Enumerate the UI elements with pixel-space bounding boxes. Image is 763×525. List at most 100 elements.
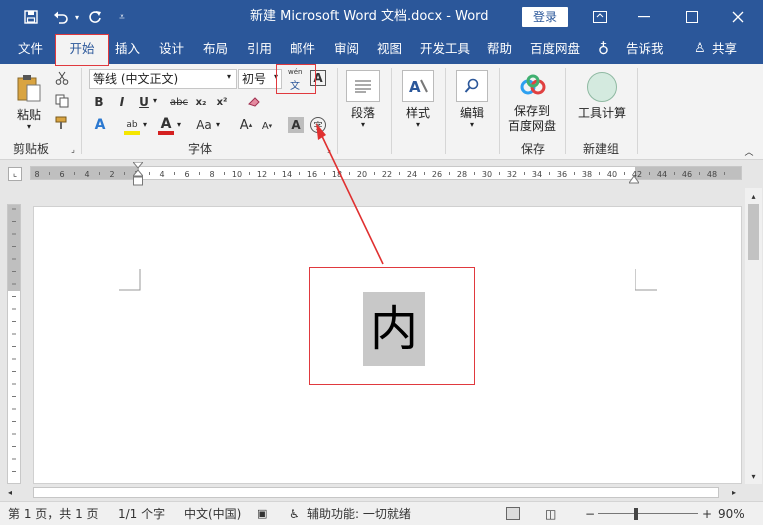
right-indent-marker-icon[interactable]: [628, 173, 640, 184]
paragraph-icon[interactable]: [346, 70, 380, 102]
cut-icon[interactable]: [54, 70, 70, 86]
paste-icon[interactable]: [14, 72, 44, 104]
scroll-left-icon[interactable]: ◂: [4, 486, 16, 499]
font-name-value: 等线 (中文正文): [93, 72, 179, 86]
zoom-slider-thumb[interactable]: [634, 508, 638, 520]
font-color-dropdown-icon[interactable]: ▾: [177, 120, 181, 129]
tab-layout[interactable]: 布局: [203, 34, 228, 64]
paste-dropdown-icon[interactable]: ▾: [27, 122, 31, 131]
format-painter-icon[interactable]: [54, 115, 70, 131]
horizontal-scrollbar[interactable]: ◂ ▸: [0, 484, 763, 501]
lightbulb-icon[interactable]: ♁: [598, 34, 609, 64]
shaded-character[interactable]: 内: [363, 292, 425, 366]
ruler-tick-label: 24: [407, 170, 417, 179]
ruler-tick-label: 30: [482, 170, 492, 179]
editing-group-label[interactable]: 编辑: [460, 104, 484, 121]
print-layout-icon[interactable]: [506, 507, 520, 520]
page-count[interactable]: 第 1 页，共 1 页: [8, 502, 99, 525]
scroll-right-icon[interactable]: ▸: [728, 486, 740, 499]
share-button[interactable]: 共享: [712, 34, 737, 64]
italic-button[interactable]: I: [115, 94, 129, 110]
tab-insert[interactable]: 插入: [115, 34, 140, 64]
tab-file[interactable]: 文件: [18, 34, 43, 64]
scroll-up-icon[interactable]: ▴: [747, 190, 760, 202]
language-status[interactable]: 中文(中国): [184, 502, 241, 525]
undo-dropdown-icon[interactable]: ▾: [72, 0, 82, 34]
paragraph-dropdown-icon[interactable]: ▾: [361, 120, 365, 129]
save-icon[interactable]: [20, 0, 42, 34]
tab-references[interactable]: 引用: [247, 34, 272, 64]
ribbon-display-icon[interactable]: [588, 0, 612, 34]
save-to-baidu-button[interactable]: 保存到 百度网盘: [508, 104, 556, 134]
paste-label[interactable]: 粘贴: [17, 106, 41, 123]
zoom-out-icon[interactable]: −: [585, 502, 595, 525]
indent-marker-icon[interactable]: [131, 161, 145, 186]
accessibility-icon[interactable]: ♿: [289, 502, 300, 525]
word-count[interactable]: 1/1 个字: [118, 502, 165, 525]
accessibility-status[interactable]: 辅助功能: 一切就绪: [307, 502, 411, 525]
tab-help[interactable]: 帮助: [487, 34, 512, 64]
tab-selector-icon[interactable]: ⌞: [8, 167, 22, 181]
paragraph-group-label[interactable]: 段落: [351, 104, 375, 121]
styles-icon[interactable]: A: [402, 70, 434, 102]
zoom-level[interactable]: 90%: [718, 502, 745, 525]
zoom-slider[interactable]: [598, 513, 698, 514]
subscript-button[interactable]: x₂: [193, 94, 209, 110]
find-icon[interactable]: [456, 70, 488, 102]
grow-font-button[interactable]: A ▴: [237, 116, 255, 134]
close-icon[interactable]: [724, 0, 752, 34]
tab-view[interactable]: 视图: [377, 34, 402, 64]
document-page[interactable]: 内: [33, 206, 742, 484]
superscript-button[interactable]: x²: [214, 94, 230, 110]
tool-calc-button[interactable]: 工具计算: [578, 104, 626, 121]
underline-dropdown-icon[interactable]: ▾: [153, 96, 157, 105]
strikethrough-button[interactable]: abc: [168, 94, 190, 110]
editing-dropdown-icon[interactable]: ▾: [470, 120, 474, 129]
tab-developer[interactable]: 开发工具: [420, 34, 470, 64]
styles-group-label[interactable]: 样式: [406, 104, 430, 121]
shrink-font-button[interactable]: A ▾: [259, 117, 275, 135]
tab-mailings[interactable]: 邮件: [290, 34, 315, 64]
login-button[interactable]: 登录: [522, 7, 568, 27]
macro-record-icon[interactable]: ▣: [257, 502, 267, 525]
vertical-scrollbar[interactable]: ▴ ▾: [745, 188, 762, 484]
tab-design[interactable]: 设计: [159, 34, 184, 64]
zoom-in-icon[interactable]: +: [702, 502, 712, 525]
share-icon[interactable]: ♙: [694, 34, 706, 64]
scroll-down-icon[interactable]: ▾: [747, 470, 760, 482]
enclose-characters-button[interactable]: 字: [310, 117, 326, 133]
underline-button[interactable]: U: [137, 94, 151, 110]
change-case-button[interactable]: Aa: [192, 116, 216, 134]
vertical-scroll-thumb[interactable]: [748, 204, 759, 260]
undo-icon[interactable]: [50, 0, 72, 34]
tab-review[interactable]: 审阅: [334, 34, 359, 64]
tab-home[interactable]: 开始: [55, 34, 109, 66]
character-shading-button[interactable]: A: [288, 117, 304, 133]
vertical-ruler-strip[interactable]: [7, 204, 21, 484]
baidu-cloud-icon[interactable]: [518, 72, 548, 100]
change-case-dropdown-icon[interactable]: ▾: [216, 120, 220, 129]
customize-toolbar-icon[interactable]: ⩡: [115, 0, 129, 34]
tell-me-search[interactable]: 告诉我: [626, 34, 664, 64]
styles-dropdown-icon[interactable]: ▾: [416, 120, 420, 129]
maximize-icon[interactable]: [678, 0, 706, 34]
font-name-dropdown-icon[interactable]: ▾: [227, 72, 231, 81]
redo-icon[interactable]: [85, 0, 105, 34]
highlight-dropdown-icon[interactable]: ▾: [143, 120, 147, 129]
clear-formatting-icon[interactable]: [244, 94, 262, 110]
tab-baidu[interactable]: 百度网盘: [530, 34, 580, 64]
bold-button[interactable]: B: [92, 94, 106, 110]
clipboard-launcher-icon[interactable]: ⌟: [68, 144, 78, 154]
tool-calc-icon[interactable]: [587, 72, 617, 102]
copy-icon[interactable]: [54, 93, 70, 109]
svg-text:A: A: [409, 78, 421, 96]
text-effects-icon[interactable]: A: [92, 116, 108, 134]
web-layout-icon[interactable]: ◫: [545, 502, 556, 525]
font-launcher-icon[interactable]: ⌟: [324, 144, 334, 154]
clipboard-group-label: 剪贴板: [13, 142, 50, 156]
minimize-icon[interactable]: [630, 0, 658, 34]
font-color-icon[interactable]: A: [158, 116, 174, 132]
collapse-ribbon-icon[interactable]: ︿: [742, 146, 756, 158]
font-name-combo[interactable]: 等线 (中文正文): [89, 69, 237, 89]
horizontal-scroll-thumb[interactable]: [33, 487, 719, 498]
